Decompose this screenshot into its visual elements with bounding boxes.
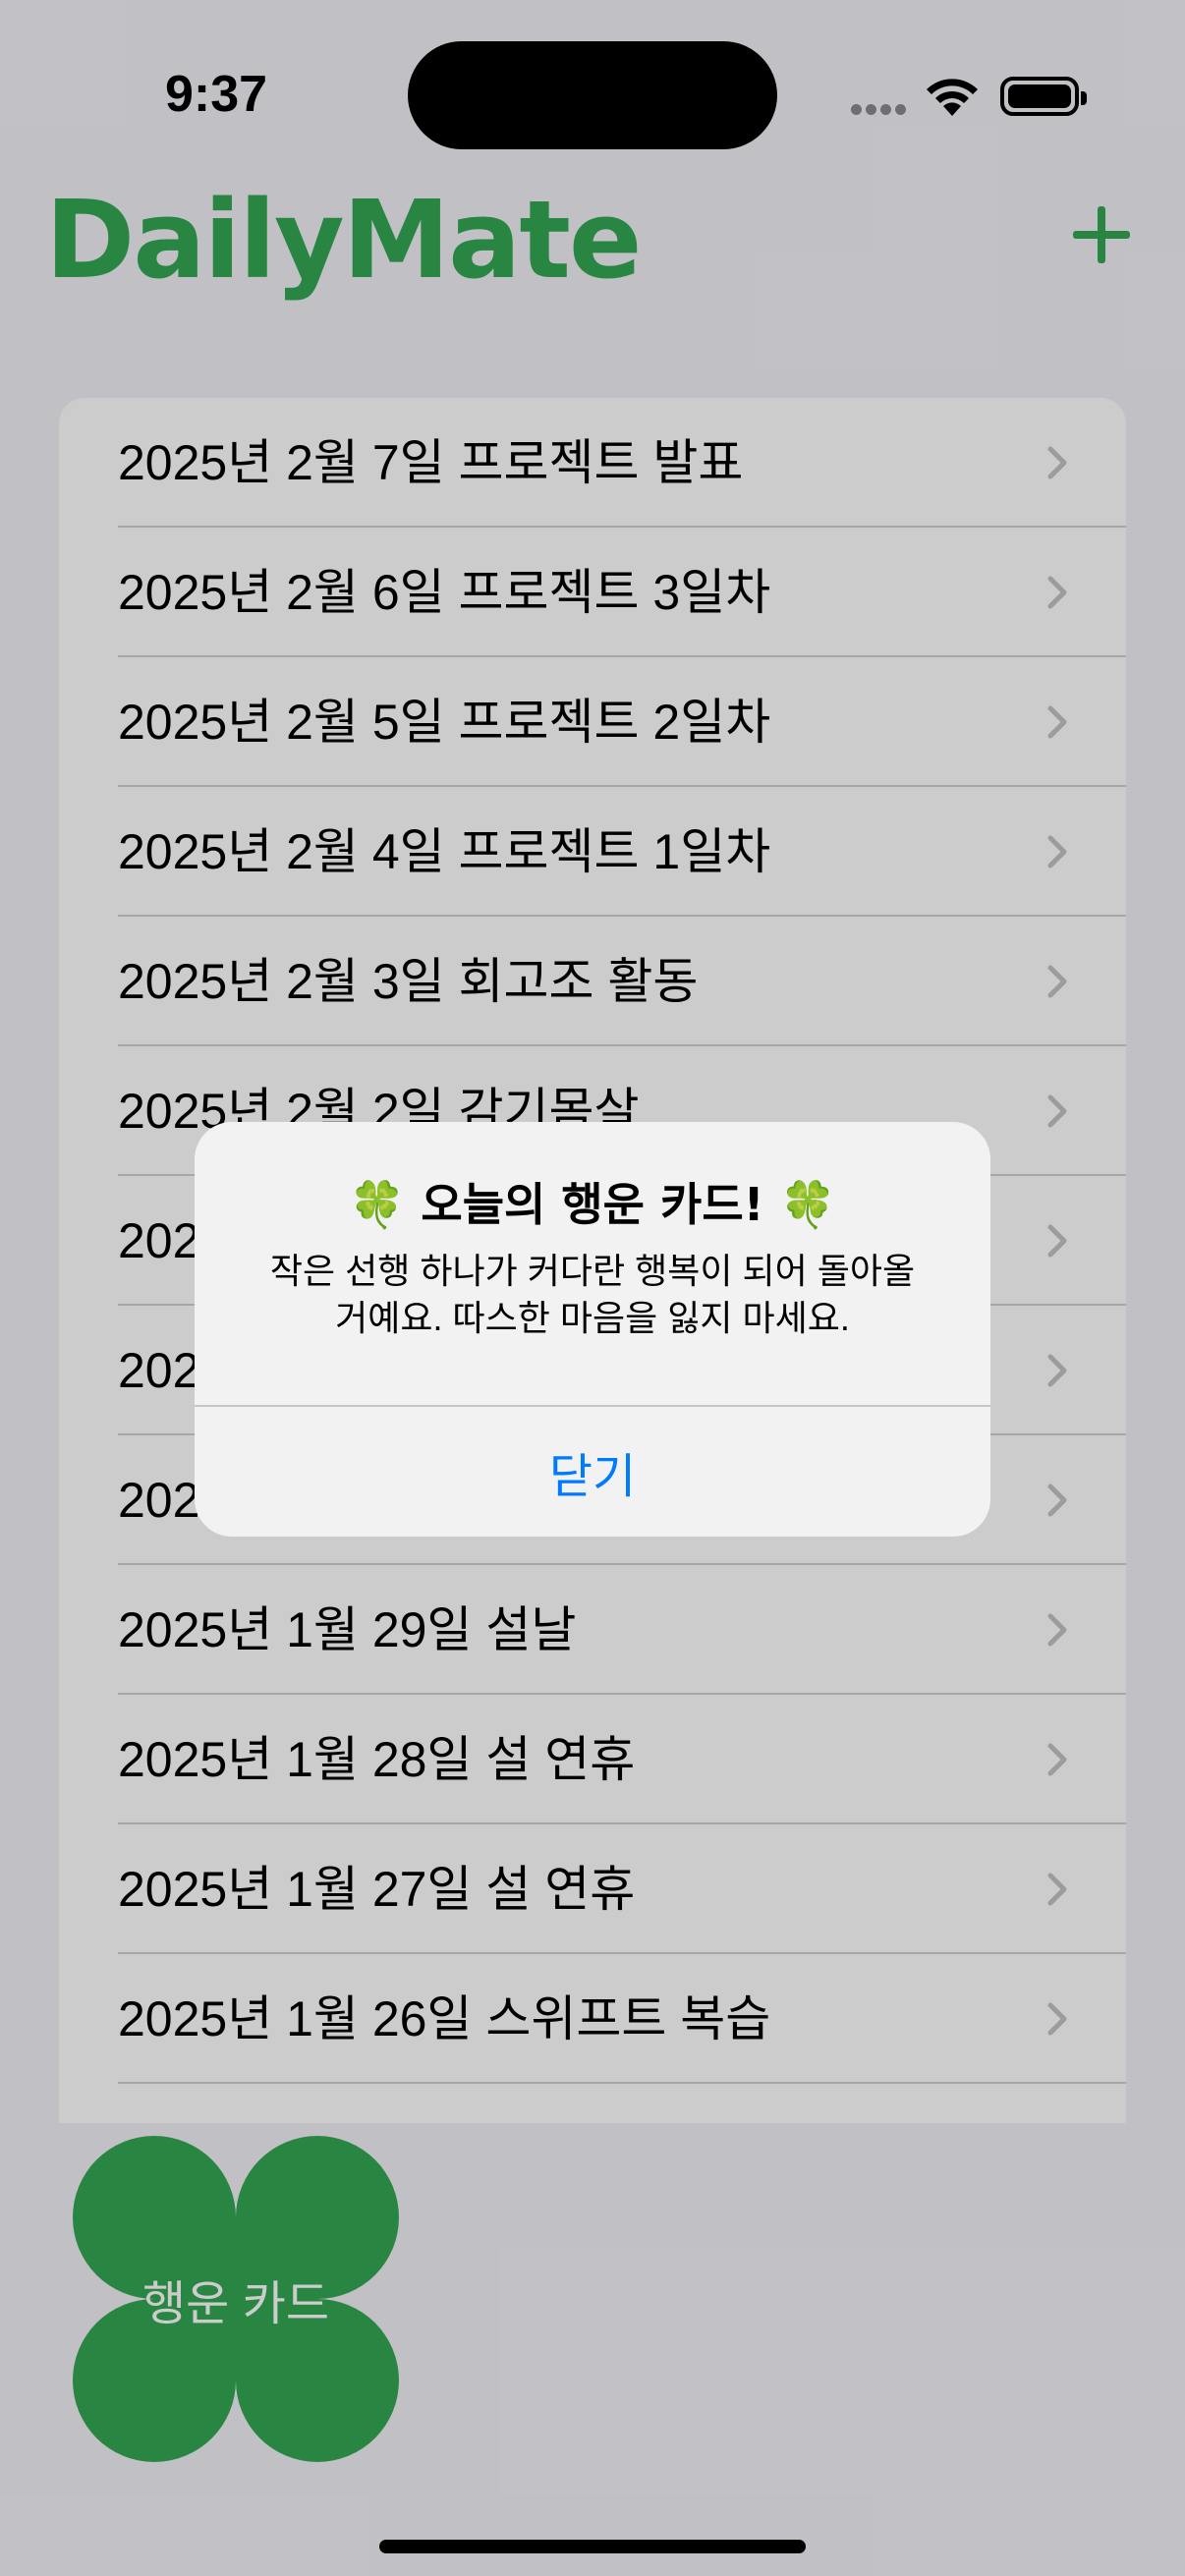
alert-message: 작은 선행 하나가 커다란 행복이 되어 돌아올 거예요. 따스한 마음을 잃지… <box>269 1251 916 1338</box>
alert-title: 🍀 오늘의 행운 카드! 🍀 <box>349 1178 836 1231</box>
lucky-card-alert: 🍀 오늘의 행운 카드! 🍀 작은 선행 하나가 커다란 행복이 되어 돌아올 … <box>195 1122 990 1537</box>
close-button[interactable]: 닫기 <box>195 1407 990 1537</box>
